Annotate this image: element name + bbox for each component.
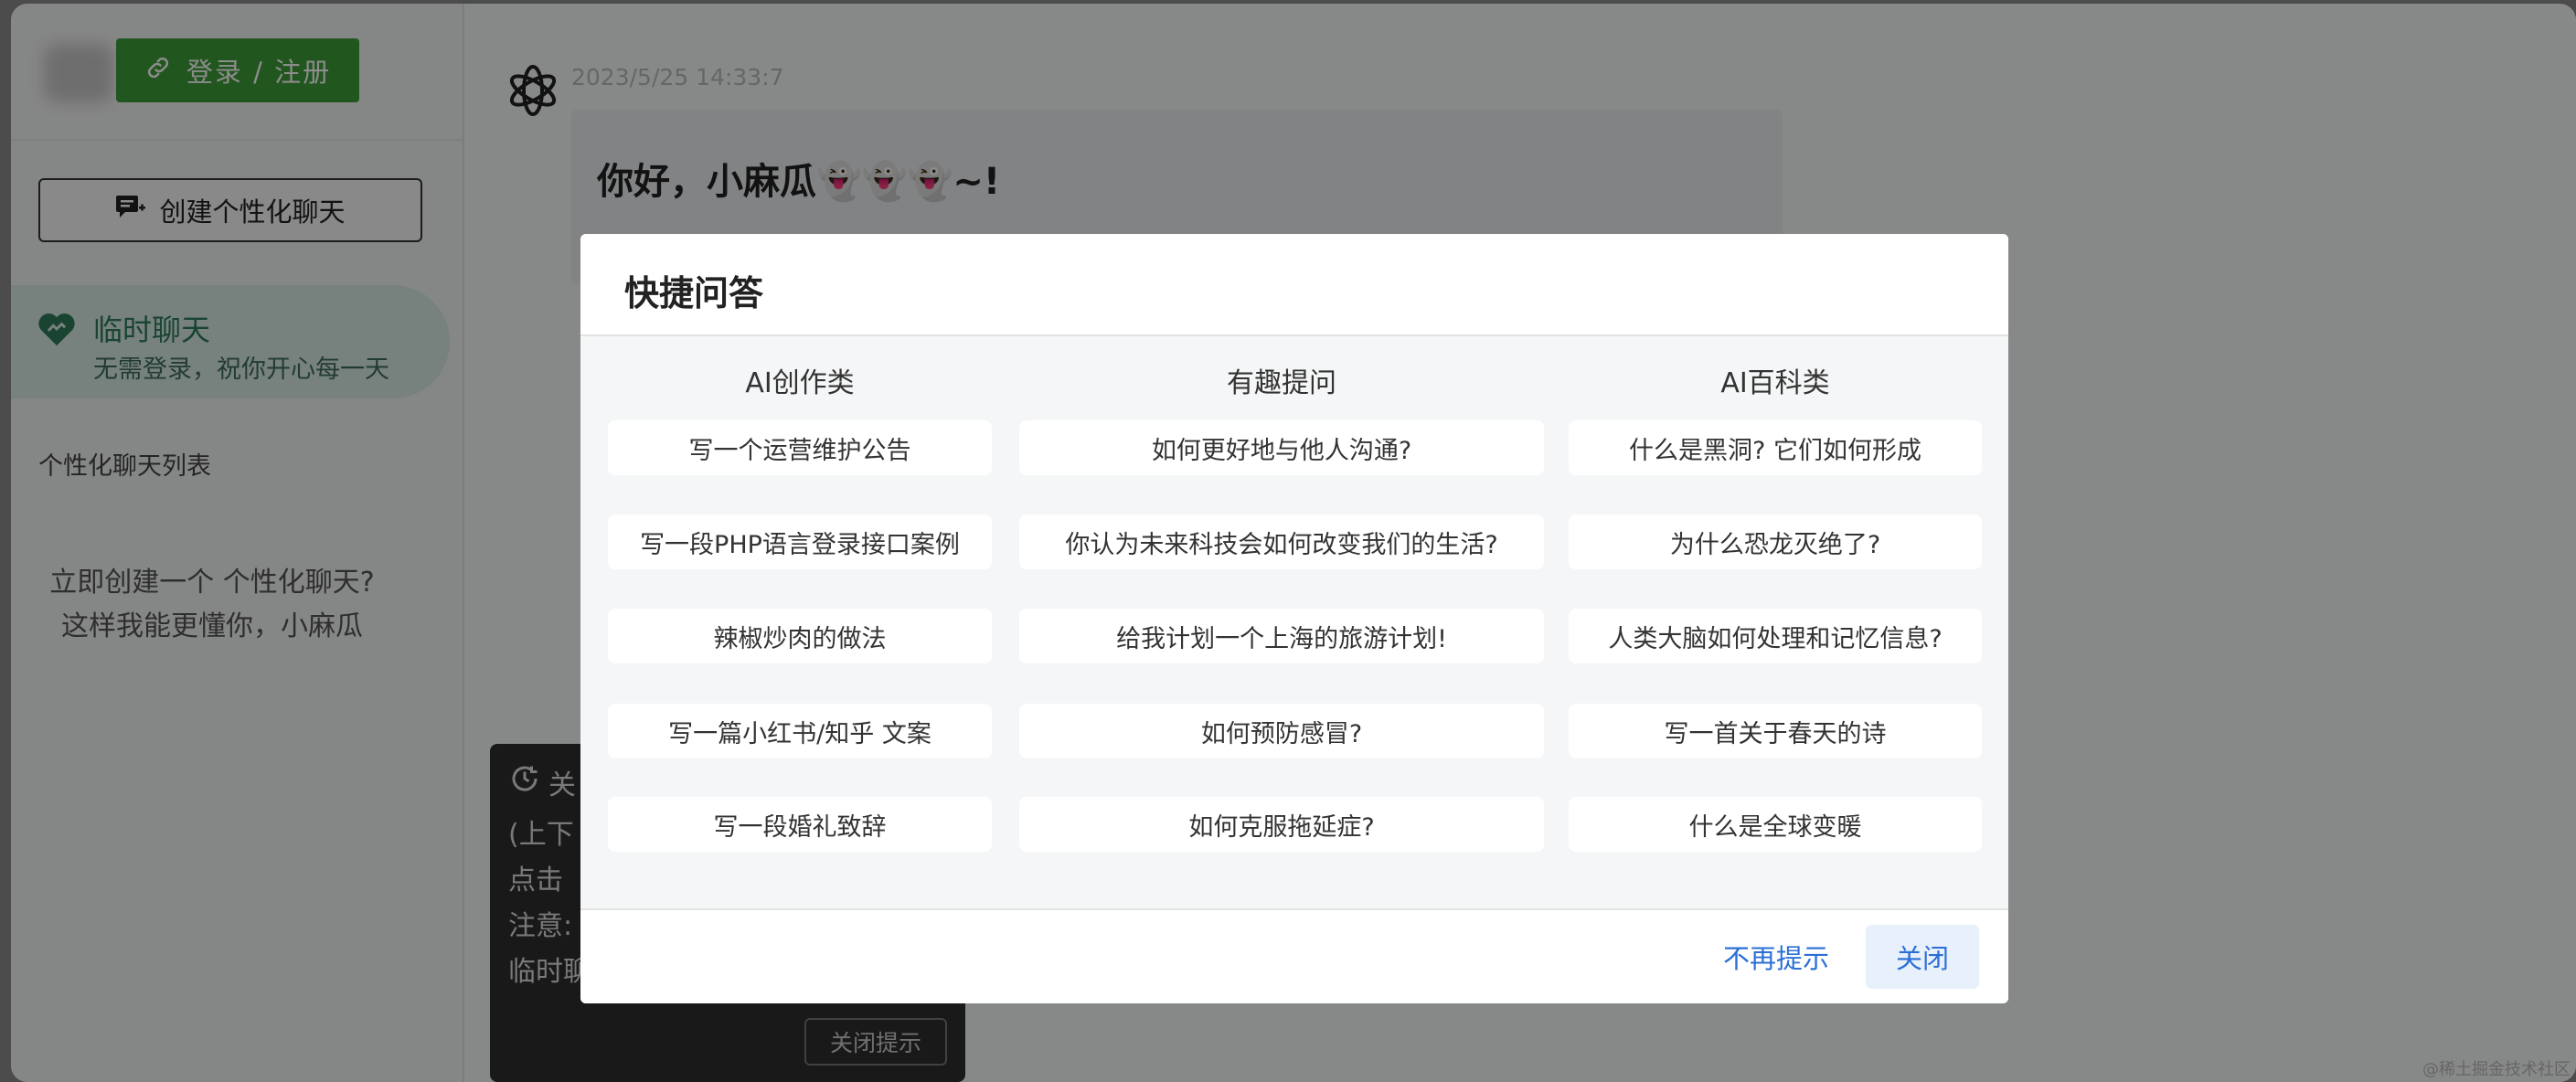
dont-show-again-button[interactable]: 不再提示: [1723, 938, 1829, 976]
column-title-ai-encyclopedia: AI百科类: [1720, 367, 1830, 399]
column-title-fun-questions: 有趣提问: [1227, 367, 1336, 399]
close-modal-button[interactable]: 关闭: [1866, 925, 1979, 989]
quick-question-button[interactable]: 人类大脑如何处理和记忆信息?: [1569, 609, 1982, 663]
quick-qa-modal: 快捷问答 AI创作类 有趣提问 AI百科类 写一个运营维护公告 写一段PHP语言…: [580, 234, 2008, 1003]
quick-question-button[interactable]: 写一首关于春天的诗: [1569, 704, 1982, 758]
quick-question-button[interactable]: 写一个运营维护公告: [608, 420, 992, 475]
quick-question-button[interactable]: 如何克服拖延症?: [1019, 797, 1544, 852]
quick-question-button[interactable]: 什么是全球变暖: [1569, 797, 1982, 852]
quick-question-button[interactable]: 给我计划一个上海的旅游计划!: [1019, 609, 1544, 663]
quick-question-button[interactable]: 写一篇小红书/知乎 文案: [608, 704, 992, 758]
quick-question-button[interactable]: 为什么恐龙灭绝了?: [1569, 514, 1982, 569]
modal-footer: 不再提示 关闭: [580, 908, 2008, 1003]
quick-question-button[interactable]: 如何更好地与他人沟通?: [1019, 420, 1544, 475]
modal-title: 快捷问答: [624, 273, 764, 313]
quick-question-button[interactable]: 什么是黑洞? 它们如何形成: [1569, 420, 1982, 475]
quick-question-button[interactable]: 如何预防感冒?: [1019, 704, 1544, 758]
modal-header: 快捷问答: [580, 234, 2008, 336]
quick-question-button[interactable]: 写一段婚礼致辞: [608, 797, 992, 852]
quick-question-button[interactable]: 写一段PHP语言登录接口案例: [608, 514, 992, 569]
column-title-ai-creation: AI创作类: [745, 367, 855, 399]
quick-question-button[interactable]: 辣椒炒肉的做法: [608, 609, 992, 663]
quick-question-button[interactable]: 你认为未来科技会如何改变我们的生活?: [1019, 514, 1544, 569]
